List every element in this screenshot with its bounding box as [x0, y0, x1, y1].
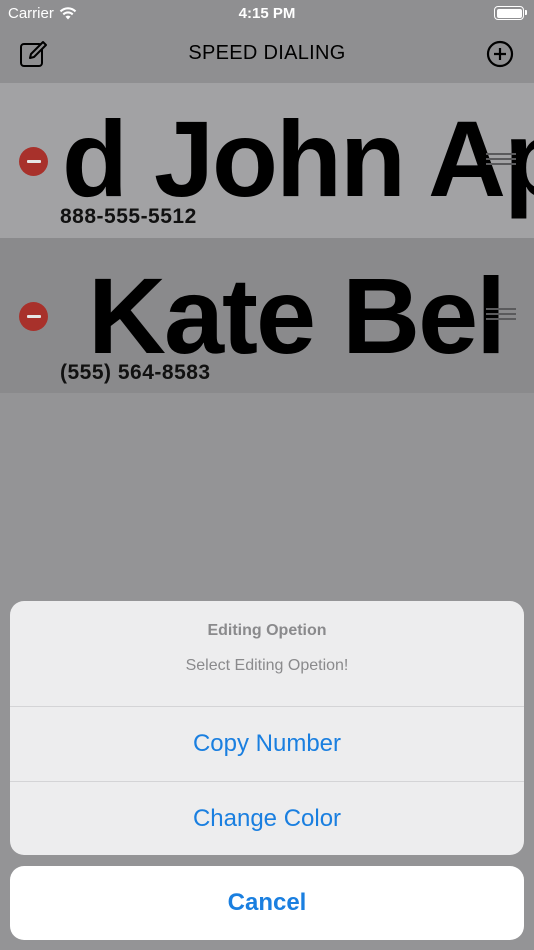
contact-phone: (555) 564-8583	[60, 361, 211, 384]
change-color-button[interactable]: Change Color	[10, 781, 524, 855]
page-title: SPEED DIALING	[188, 42, 346, 64]
action-sheet-header: Editing Opetion Select Editing Opetion!	[10, 601, 524, 707]
reorder-handle-icon[interactable]	[486, 153, 516, 167]
contact-row[interactable]: d John Ap 888-555-5512	[0, 83, 534, 238]
add-circle-icon[interactable]	[486, 40, 514, 68]
action-sheet-title: Editing Opetion	[207, 622, 327, 639]
action-sheet-message: Select Editing Opetion!	[185, 657, 349, 674]
navigation-bar: SPEED DIALING	[0, 28, 534, 83]
status-bar: Carrier 4:15 PM	[0, 0, 534, 28]
battery-icon	[494, 6, 527, 20]
delete-icon[interactable]	[19, 147, 48, 176]
contact-name: d John Ap	[62, 98, 534, 219]
contact-phone: 888-555-5512	[60, 205, 197, 228]
copy-number-button[interactable]: Copy Number	[10, 707, 524, 781]
action-sheet: Editing Opetion Select Editing Opetion! …	[10, 601, 524, 855]
contact-name: Kate Bel	[88, 255, 506, 376]
reorder-handle-icon[interactable]	[486, 308, 516, 322]
contact-row[interactable]: Kate Bel (555) 564-8583	[0, 238, 534, 393]
cancel-button[interactable]: Cancel	[10, 866, 524, 940]
delete-icon[interactable]	[19, 302, 48, 331]
status-time: 4:15 PM	[238, 5, 296, 22]
